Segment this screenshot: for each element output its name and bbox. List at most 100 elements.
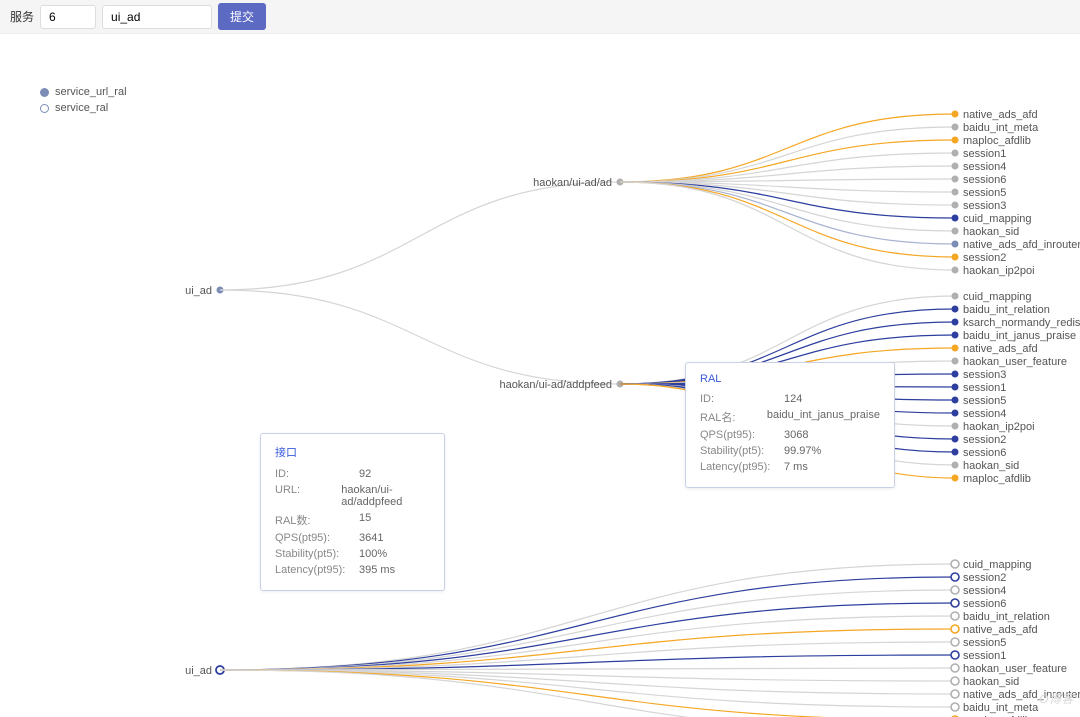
- leaf-dot[interactable]: [951, 573, 959, 581]
- leaf-dot[interactable]: [952, 449, 959, 456]
- leaf-dot[interactable]: [952, 397, 959, 404]
- leaf-label: session3: [963, 200, 1006, 212]
- tooltip-row: QPS(pt95):3068: [700, 429, 880, 441]
- leaf-label: session5: [963, 187, 1006, 199]
- tooltip-value: 3068: [784, 429, 808, 441]
- leaf-label: session4: [963, 585, 1006, 597]
- toolbar-label: 服务: [10, 8, 34, 25]
- tooltip-row: ID:92: [275, 468, 430, 480]
- leaf-label: session2: [963, 572, 1006, 584]
- tooltip-key: RAL名:: [700, 409, 767, 425]
- leaf-dot[interactable]: [952, 384, 959, 391]
- leaf-dot[interactable]: [951, 599, 959, 607]
- leaf-dot[interactable]: [951, 651, 959, 659]
- leaf-dot[interactable]: [952, 345, 959, 352]
- tooltip-value: 92: [359, 468, 371, 480]
- tooltip-key: ID:: [700, 393, 784, 405]
- leaf-label: cuid_mapping: [963, 559, 1032, 571]
- leaf-label: session4: [963, 161, 1006, 173]
- leaf-dot[interactable]: [952, 254, 959, 261]
- leaf-dot[interactable]: [951, 625, 959, 633]
- leaf-dot[interactable]: [952, 215, 959, 222]
- submit-button[interactable]: 提交: [218, 3, 266, 30]
- leaf-dot[interactable]: [951, 690, 959, 698]
- leaf-label: session4: [963, 408, 1006, 420]
- leaf-label: haokan_sid: [963, 460, 1019, 472]
- node-mid-label: haokan/ui-ad/ad: [533, 177, 612, 189]
- tooltip-key: Stability(pt5):: [275, 548, 359, 560]
- leaf-dot[interactable]: [952, 306, 959, 313]
- leaf-label: maploc_afdlib: [963, 135, 1031, 147]
- leaf-dot[interactable]: [952, 163, 959, 170]
- tooltip-key: QPS(pt95):: [700, 429, 784, 441]
- leaf-dot[interactable]: [951, 677, 959, 685]
- toolbar: 服务 提交: [0, 0, 1080, 34]
- service-name-input[interactable]: [102, 5, 212, 29]
- tooltip-key: RAL数:: [275, 512, 359, 528]
- leaf-label: haokan_sid: [963, 226, 1019, 238]
- leaf-dot[interactable]: [952, 111, 959, 118]
- tooltip-interface: 接口 ID:92URL:haokan/ui-ad/addpfeedRAL数:15…: [260, 433, 445, 591]
- tooltip-ral: RAL ID:124RAL名:baidu_int_janus_praiseQPS…: [685, 362, 895, 488]
- tooltip-row: Stability(pt5):99.97%: [700, 445, 880, 457]
- leaf-dot[interactable]: [952, 358, 959, 365]
- leaf-label: session1: [963, 650, 1006, 662]
- leaf-dot[interactable]: [951, 703, 959, 711]
- leaf-label: baidu_int_janus_praise: [963, 330, 1076, 342]
- leaf-dot[interactable]: [951, 664, 959, 672]
- leaf-dot[interactable]: [952, 124, 959, 131]
- node-mid-label: haokan/ui-ad/addpfeed: [499, 379, 612, 391]
- leaf-label: haokan_ip2poi: [963, 421, 1035, 433]
- leaf-label: haokan_user_feature: [963, 663, 1067, 675]
- leaf-dot[interactable]: [952, 423, 959, 430]
- leaf-dot[interactable]: [951, 586, 959, 594]
- leaf-dot[interactable]: [951, 612, 959, 620]
- leaf-label: baidu_int_meta: [963, 702, 1039, 714]
- tooltip-value: 99.97%: [784, 445, 821, 457]
- leaf-dot[interactable]: [951, 638, 959, 646]
- tooltip-value: baidu_int_janus_praise: [767, 409, 880, 425]
- leaf-label: session6: [963, 598, 1006, 610]
- leaf-dot[interactable]: [952, 475, 959, 482]
- leaf-dot[interactable]: [952, 137, 959, 144]
- leaf-label: ksarch_normandy_redis: [963, 317, 1080, 329]
- leaf-dot[interactable]: [952, 371, 959, 378]
- service-id-input[interactable]: [40, 5, 96, 29]
- leaf-dot[interactable]: [951, 560, 959, 568]
- leaf-label: session1: [963, 382, 1006, 394]
- tooltip-key: Latency(pt95):: [275, 564, 359, 576]
- leaf-label: haokan_user_feature: [963, 356, 1067, 368]
- leaf-dot[interactable]: [952, 202, 959, 209]
- leaf-label: session5: [963, 637, 1006, 649]
- leaf-dot[interactable]: [952, 189, 959, 196]
- tooltip-key: URL:: [275, 484, 341, 508]
- tooltip-value: 395 ms: [359, 564, 395, 576]
- leaf-label: session2: [963, 252, 1006, 264]
- leaf-label: session2: [963, 434, 1006, 446]
- tooltip-value: haokan/ui-ad/addpfeed: [341, 484, 430, 508]
- tooltip-key: ID:: [275, 468, 359, 480]
- leaf-dot[interactable]: [952, 267, 959, 274]
- tooltip-row: RAL名:baidu_int_janus_praise: [700, 409, 880, 425]
- leaf-dot[interactable]: [952, 241, 959, 248]
- leaf-label: native_ads_afd: [963, 343, 1038, 355]
- leaf-label: session3: [963, 369, 1006, 381]
- leaf-label: baidu_int_meta: [963, 122, 1039, 134]
- tooltip-value: 15: [359, 512, 371, 528]
- leaf-dot[interactable]: [952, 462, 959, 469]
- leaf-dot[interactable]: [952, 332, 959, 339]
- leaf-dot[interactable]: [952, 293, 959, 300]
- leaf-dot[interactable]: [952, 176, 959, 183]
- leaf-label: native_ads_afd_inrouter: [963, 239, 1080, 251]
- leaf-label: baidu_int_relation: [963, 304, 1050, 316]
- leaf-dot[interactable]: [952, 319, 959, 326]
- leaf-dot[interactable]: [952, 228, 959, 235]
- tooltip-row: QPS(pt95):3641: [275, 532, 430, 544]
- leaf-dot[interactable]: [952, 150, 959, 157]
- leaf-dot[interactable]: [952, 436, 959, 443]
- tooltip-key: QPS(pt95):: [275, 532, 359, 544]
- tooltip-key: Latency(pt95):: [700, 461, 784, 473]
- tooltip-key: Stability(pt5):: [700, 445, 784, 457]
- tooltip-row: Latency(pt95):395 ms: [275, 564, 430, 576]
- leaf-dot[interactable]: [952, 410, 959, 417]
